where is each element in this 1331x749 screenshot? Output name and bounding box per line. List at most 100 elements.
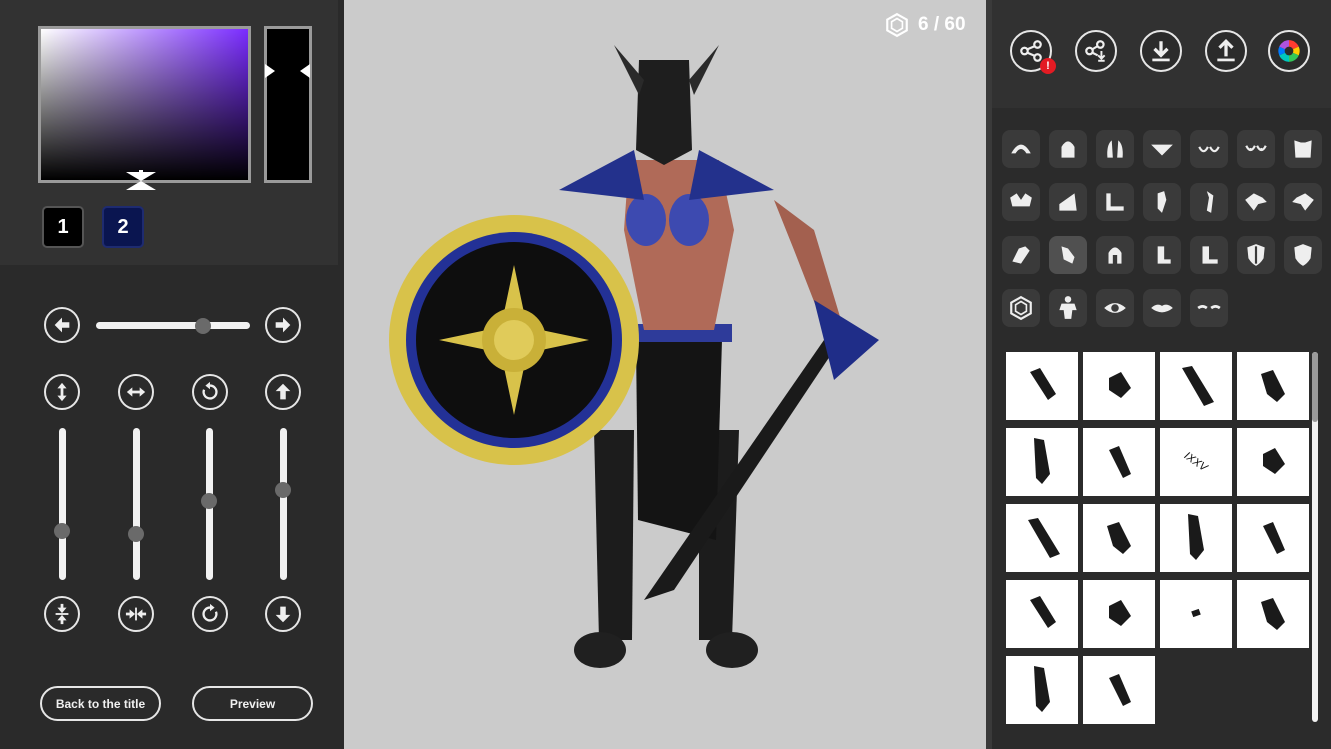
item-slot[interactable] bbox=[1006, 580, 1078, 648]
category-arm[interactable] bbox=[1143, 183, 1181, 221]
item-slot[interactable] bbox=[1160, 580, 1232, 648]
helmet-icon bbox=[1108, 247, 1122, 264]
hand-left-icon bbox=[1245, 193, 1267, 211]
hand-right-icon bbox=[1292, 193, 1314, 211]
item-slot[interactable] bbox=[1083, 504, 1155, 572]
gauntlet-icon bbox=[1109, 372, 1131, 398]
category-bra-alt[interactable] bbox=[1237, 130, 1275, 168]
category-shoulder-pads[interactable] bbox=[1002, 183, 1040, 221]
category-gauntlet[interactable] bbox=[1002, 236, 1040, 274]
item-slot[interactable]: IXXV bbox=[1160, 428, 1232, 496]
vertical-slider-2[interactable] bbox=[133, 428, 140, 580]
shoulder-plate-icon bbox=[1059, 193, 1077, 211]
category-hexagon-marks[interactable] bbox=[1002, 289, 1040, 327]
upload-button[interactable] bbox=[1205, 30, 1247, 72]
category-hair-side[interactable] bbox=[1096, 130, 1134, 168]
lips-icon bbox=[1151, 304, 1173, 313]
category-shoulder-plate[interactable] bbox=[1049, 183, 1087, 221]
item-slot[interactable] bbox=[1083, 656, 1155, 724]
preview-button[interactable]: Preview bbox=[192, 686, 313, 721]
item-slot[interactable] bbox=[1160, 352, 1232, 420]
item-slot[interactable] bbox=[1237, 504, 1309, 572]
gauntlet-icon bbox=[1261, 598, 1285, 630]
category-gloves[interactable] bbox=[1049, 236, 1087, 274]
item-slot[interactable] bbox=[1006, 504, 1078, 572]
hue-slider[interactable] bbox=[264, 26, 312, 183]
rotate-cw-button[interactable] bbox=[192, 596, 228, 632]
category-arm-alt[interactable] bbox=[1190, 183, 1228, 221]
item-slot[interactable] bbox=[1237, 352, 1309, 420]
category-hair-back[interactable] bbox=[1049, 130, 1087, 168]
hexagon-icon bbox=[886, 12, 908, 38]
shoulder-armor-icon bbox=[1106, 193, 1124, 211]
vertical-slider-knob-2[interactable] bbox=[128, 525, 144, 542]
category-eye[interactable] bbox=[1096, 289, 1134, 327]
category-boots-alt[interactable] bbox=[1190, 236, 1228, 274]
item-slot[interactable] bbox=[1083, 428, 1155, 496]
shrink-horizontal-button[interactable] bbox=[118, 596, 154, 632]
rotate-cw-icon bbox=[202, 603, 218, 622]
vertical-slider-1[interactable] bbox=[59, 428, 66, 580]
gauntlet-icon bbox=[1030, 368, 1056, 400]
move-down-button[interactable] bbox=[265, 596, 301, 632]
scrollbar-thumb[interactable] bbox=[1312, 352, 1318, 422]
category-body[interactable] bbox=[1049, 289, 1087, 327]
arm-alt-icon bbox=[1206, 191, 1214, 213]
vertical-slider-4[interactable] bbox=[280, 428, 287, 580]
hair-side-icon bbox=[1107, 140, 1123, 158]
item-slot[interactable] bbox=[1083, 580, 1155, 648]
character-figure bbox=[389, 45, 879, 668]
saturation-value-picker[interactable] bbox=[38, 26, 251, 183]
item-counter: 6 / 60 bbox=[884, 12, 966, 38]
category-eyebrows[interactable] bbox=[1190, 289, 1228, 327]
move-up-button[interactable] bbox=[265, 374, 301, 410]
category-bra[interactable] bbox=[1190, 130, 1228, 168]
shoulder-pads-icon bbox=[1010, 193, 1032, 207]
category-hand-right[interactable] bbox=[1284, 183, 1322, 221]
horizontal-slider[interactable] bbox=[96, 322, 250, 329]
shrink-vertical-button[interactable] bbox=[44, 596, 80, 632]
rotate-ccw-button[interactable] bbox=[192, 374, 228, 410]
eyebrows-icon bbox=[1197, 305, 1221, 310]
item-slot[interactable] bbox=[1006, 352, 1078, 420]
category-shoulder-armor[interactable] bbox=[1096, 183, 1134, 221]
item-slot[interactable] bbox=[1237, 428, 1309, 496]
category-hair-front[interactable] bbox=[1002, 130, 1040, 168]
category-lips[interactable] bbox=[1143, 289, 1181, 327]
back-to-title-button[interactable]: Back to the title bbox=[40, 686, 161, 721]
color-slot-1[interactable]: 1 bbox=[42, 206, 84, 248]
category-boots[interactable] bbox=[1143, 236, 1181, 274]
color-slot-2[interactable]: 2 bbox=[102, 206, 144, 248]
download-button[interactable] bbox=[1140, 30, 1182, 72]
item-slot[interactable] bbox=[1006, 656, 1078, 724]
shrink-horizontal-icon bbox=[125, 607, 147, 621]
download-icon bbox=[1152, 41, 1170, 62]
category-helmet[interactable] bbox=[1096, 236, 1134, 274]
share-import-button[interactable] bbox=[1075, 30, 1117, 72]
gloves-icon bbox=[1061, 246, 1075, 264]
upload-icon bbox=[1217, 38, 1235, 62]
item-slot[interactable] bbox=[1237, 580, 1309, 648]
share-button[interactable]: ! bbox=[1010, 30, 1056, 74]
color-wheel-button[interactable] bbox=[1268, 30, 1310, 72]
category-torso-armor[interactable] bbox=[1284, 130, 1322, 168]
hue-marker-left-icon bbox=[265, 64, 275, 78]
item-slot[interactable] bbox=[1006, 428, 1078, 496]
counter-text: 6 / 60 bbox=[918, 14, 966, 35]
picker-cursor-icon[interactable] bbox=[126, 170, 156, 192]
category-chest[interactable] bbox=[1143, 130, 1181, 168]
stretch-horizontal-button[interactable] bbox=[118, 374, 154, 410]
category-shield-right[interactable] bbox=[1284, 236, 1322, 274]
rotate-ccw-icon bbox=[202, 381, 218, 400]
item-slot[interactable] bbox=[1160, 504, 1232, 572]
category-hand-left[interactable] bbox=[1237, 183, 1275, 221]
share-import-icon bbox=[1085, 40, 1106, 62]
scroll-right-button[interactable] bbox=[265, 307, 301, 343]
character-stage[interactable]: 6 / 60 bbox=[344, 0, 986, 749]
stretch-vertical-button[interactable] bbox=[44, 374, 80, 410]
item-slot[interactable] bbox=[1083, 352, 1155, 420]
item-scrollbar[interactable] bbox=[1312, 352, 1318, 722]
bra-alt-icon bbox=[1245, 145, 1267, 152]
scroll-left-button[interactable] bbox=[44, 307, 80, 343]
category-shield-left[interactable] bbox=[1237, 236, 1275, 274]
